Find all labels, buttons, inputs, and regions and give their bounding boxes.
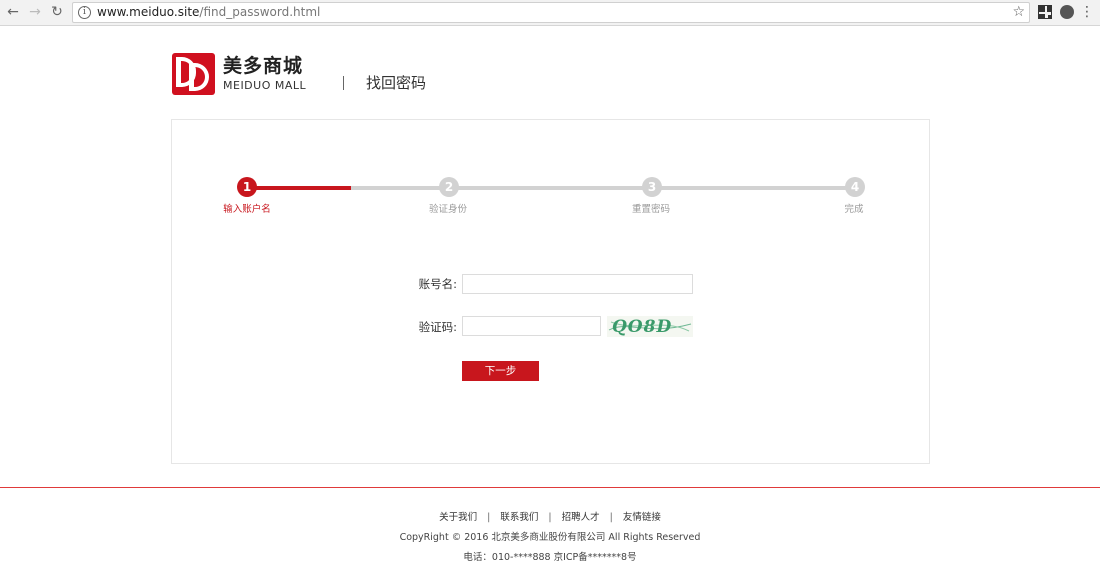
url-host: www.meiduo.site — [97, 5, 200, 19]
qr-code-extension-icon[interactable] — [1038, 5, 1052, 19]
footer-link-separator: | — [487, 512, 491, 523]
step-2-circle: 2 — [439, 177, 459, 197]
username-input[interactable] — [462, 274, 693, 294]
footer-link-separator: | — [548, 512, 552, 523]
back-arrow-icon[interactable]: ← — [4, 3, 22, 21]
progress-track-completed — [245, 186, 351, 190]
step-4-label: 完成 — [844, 204, 864, 215]
more-menu-icon[interactable]: ⋮ — [1080, 3, 1094, 21]
footer-link-about[interactable]: 关于我们 — [439, 512, 477, 523]
next-step-button[interactable]: 下一步 — [462, 361, 539, 381]
captcha-label: 验证码: — [418, 320, 457, 334]
logo-icon[interactable] — [172, 53, 215, 95]
footer-link-careers[interactable]: 招聘人才 — [562, 512, 600, 523]
footer-links: 关于我们 | 联系我们 | 招聘人才 | 友情链接 — [0, 512, 1100, 524]
page-title: 找回密码 — [366, 74, 427, 92]
copyright-text: CopyRight © 2016 北京美多商业股份有限公司 All Rights… — [399, 532, 701, 543]
captcha-text: QO8D — [612, 317, 673, 337]
footer-divider — [0, 487, 1100, 488]
brand-name-cn: 美多商城 — [223, 55, 304, 77]
header-divider — [343, 76, 344, 90]
step-3-circle: 3 — [642, 177, 662, 197]
captcha-image[interactable]: QO8D — [607, 316, 693, 337]
contact-text: 电话：010-****888 京ICP备*******8号 — [463, 552, 637, 563]
footer-link-separator: | — [609, 512, 613, 523]
step-2-label: 验证身份 — [428, 204, 467, 215]
logo-letter-d-front — [189, 63, 209, 91]
address-bar[interactable]: i www.meiduo.site/find_password.html ☆ — [72, 2, 1030, 23]
browser-toolbar: ← → ↻ i www.meiduo.site/find_password.ht… — [0, 0, 1100, 26]
footer-link-friends[interactable]: 友情链接 — [623, 512, 661, 523]
info-icon[interactable]: i — [78, 6, 91, 19]
forward-arrow-icon[interactable]: → — [26, 3, 44, 21]
bookmark-star-icon[interactable]: ☆ — [1012, 4, 1025, 21]
step-4-circle: 4 — [845, 177, 865, 197]
step-3-label: 重置密码 — [631, 204, 670, 215]
url-text[interactable]: www.meiduo.site/find_password.html — [97, 5, 320, 20]
captcha-input[interactable] — [462, 316, 601, 336]
evernote-extension-icon[interactable] — [1060, 5, 1074, 19]
brand-name-en: MEIDUO MALL — [223, 79, 307, 92]
username-label: 账号名: — [418, 277, 457, 291]
step-1-circle: 1 — [237, 177, 257, 197]
reload-icon[interactable]: ↻ — [48, 3, 66, 21]
step-1-label: 输入账户名 — [223, 204, 271, 215]
progress-track-remaining — [351, 186, 854, 190]
footer-link-contact[interactable]: 联系我们 — [500, 512, 538, 523]
url-path: /find_password.html — [199, 5, 321, 19]
